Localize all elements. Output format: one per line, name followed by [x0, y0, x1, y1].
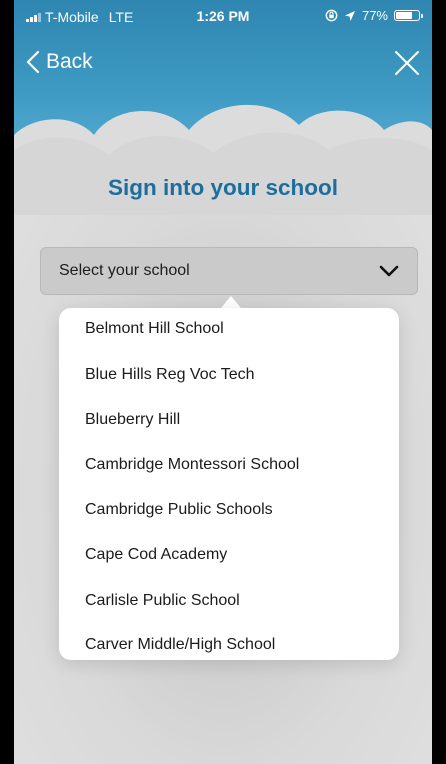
close-icon[interactable]	[392, 48, 422, 78]
chevron-down-icon	[379, 265, 399, 277]
school-option[interactable]: Carver Middle/High School	[85, 636, 275, 654]
school-option[interactable]: Blue Hills Reg Voc Tech	[85, 366, 255, 384]
school-option[interactable]: Belmont Hill School	[85, 320, 224, 338]
phone-screen: T-Mobile LTE 1:26 PM 77% Back Sign into …	[14, 0, 432, 764]
status-right: 77%	[325, 8, 423, 23]
nav-bar: Back	[14, 46, 432, 86]
lock-rotation-icon	[325, 9, 338, 22]
dropdown-arrow	[221, 296, 241, 308]
school-option[interactable]: Cape Cod Academy	[85, 546, 227, 564]
school-dropdown: Belmont Hill School Blue Hills Reg Voc T…	[59, 308, 399, 660]
page-title: Sign into your school	[108, 175, 338, 200]
battery-icon	[394, 10, 423, 21]
school-option[interactable]: Carlisle Public School	[85, 592, 240, 610]
back-button[interactable]: Back	[26, 50, 93, 74]
status-bar: T-Mobile LTE 1:26 PM 77%	[14, 0, 432, 32]
school-option[interactable]: Cambridge Montessori School	[85, 456, 299, 474]
chevron-left-icon	[26, 50, 40, 74]
school-select-placeholder: Select your school	[59, 262, 190, 279]
school-option[interactable]: Blueberry Hill	[85, 411, 180, 429]
back-label: Back	[46, 50, 93, 73]
location-icon	[344, 10, 355, 21]
school-option[interactable]: Cambridge Public Schools	[85, 501, 273, 519]
school-select[interactable]: Select your school	[40, 247, 418, 295]
battery-percent: 77%	[361, 8, 388, 23]
